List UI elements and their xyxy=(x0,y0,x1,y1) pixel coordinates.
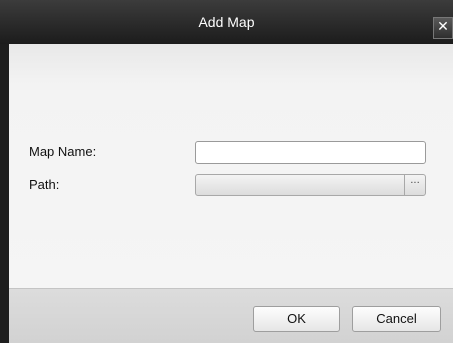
dialog-body xyxy=(9,44,453,288)
path-label: Path: xyxy=(29,177,60,192)
close-icon: ✕ xyxy=(437,19,449,35)
map-name-input[interactable] xyxy=(195,141,426,164)
dialog-left-border xyxy=(0,44,9,343)
add-map-dialog: Add Map ✕ Map Name: Path: ··· OK Cancel xyxy=(0,0,453,343)
browse-button[interactable]: ··· xyxy=(404,175,425,195)
path-field[interactable]: ··· xyxy=(195,174,426,196)
map-name-label: Map Name: xyxy=(29,144,97,159)
dialog-title: Add Map xyxy=(198,14,255,30)
dialog-titlebar: Add Map ✕ xyxy=(0,0,453,44)
close-button[interactable]: ✕ xyxy=(433,17,453,39)
cancel-button[interactable]: Cancel xyxy=(352,306,441,332)
dialog-footer: OK Cancel xyxy=(9,288,453,343)
ellipsis-icon: ··· xyxy=(410,178,420,189)
ok-button[interactable]: OK xyxy=(253,306,340,332)
